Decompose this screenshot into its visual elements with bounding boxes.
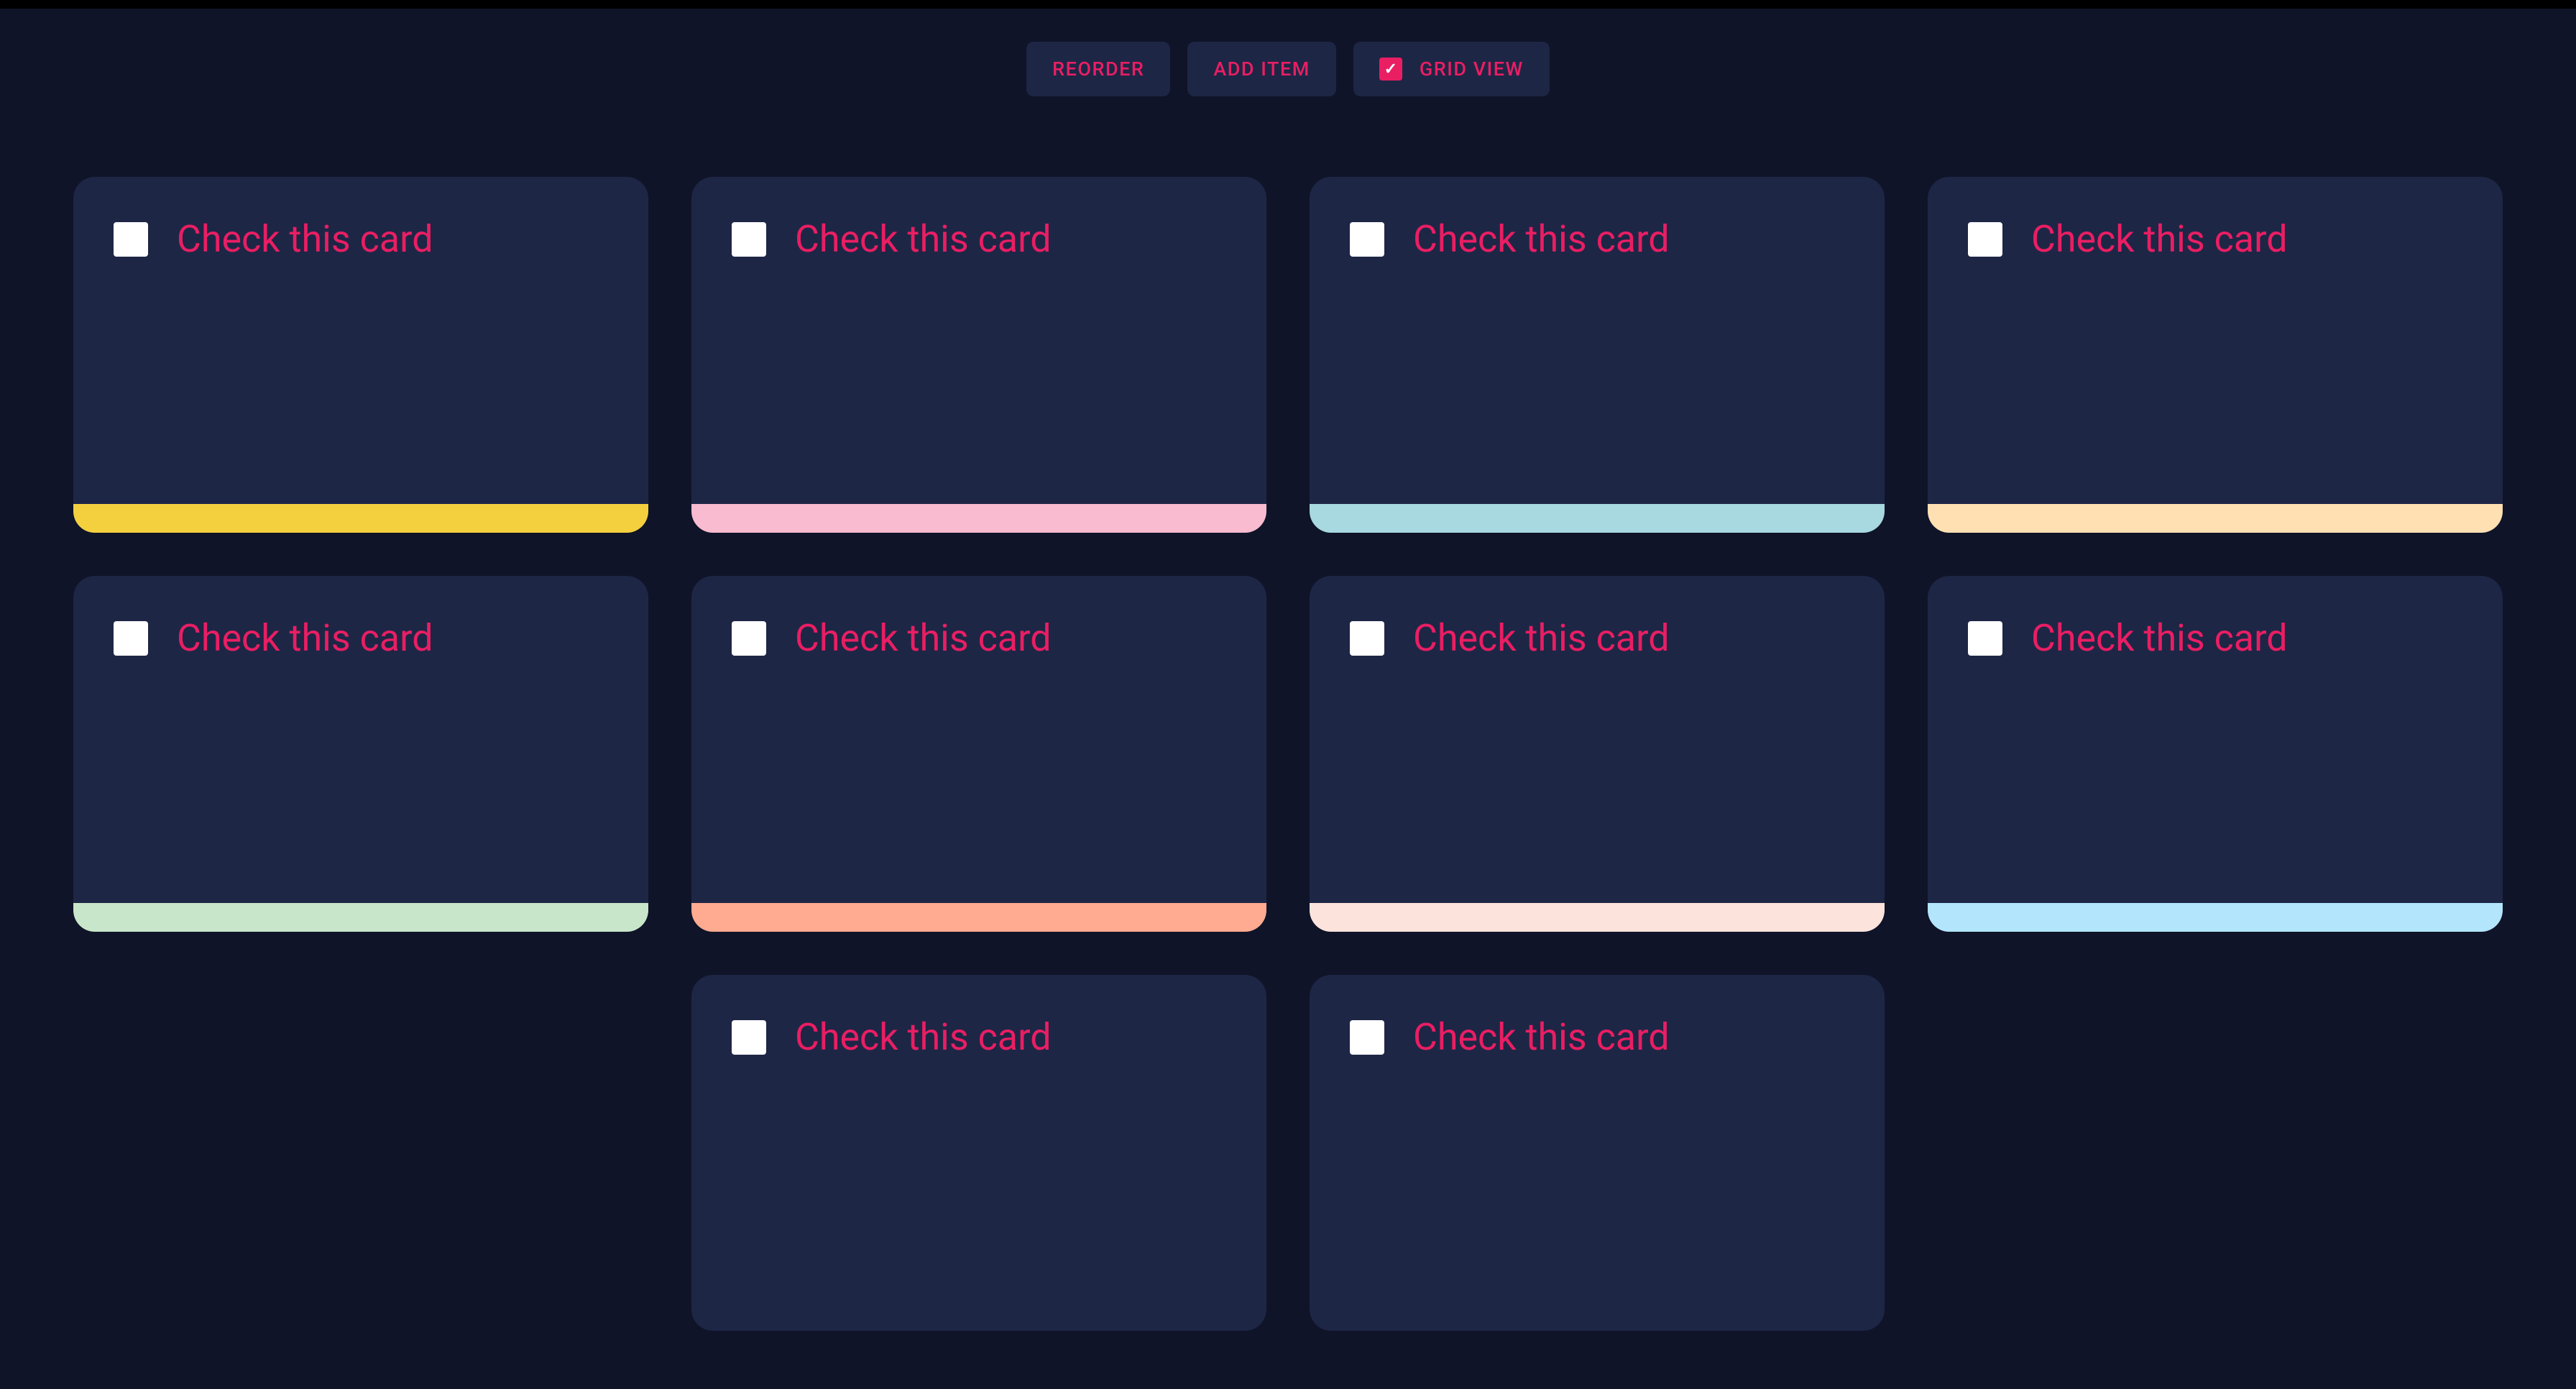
card-label: Check this card xyxy=(1413,217,1670,261)
card: Check this card xyxy=(691,975,1266,1331)
card: Check this card xyxy=(691,576,1266,932)
card-accent-footer xyxy=(1310,504,1885,533)
grid-view-label: GRID VIEW xyxy=(1420,58,1524,81)
card: Check this card xyxy=(1928,177,2503,533)
card-header: Check this card xyxy=(1310,576,1885,660)
toolbar: REORDER ADD ITEM ✓ GRID VIEW xyxy=(0,7,2576,119)
card-checkbox[interactable] xyxy=(1968,222,2002,257)
card: Check this card xyxy=(1310,177,1885,533)
card-grid: Check this card Check this card Check this… xyxy=(0,119,2576,1360)
card-label: Check this card xyxy=(2031,217,2288,261)
card-accent-footer xyxy=(691,1302,1266,1331)
card-accent-footer xyxy=(1928,903,2503,932)
card-header: Check this card xyxy=(1310,975,1885,1059)
card-label: Check this card xyxy=(2031,616,2288,660)
card-label: Check this card xyxy=(177,217,433,261)
card-checkbox[interactable] xyxy=(732,621,766,656)
card-label: Check this card xyxy=(1413,1015,1670,1059)
card-accent-footer xyxy=(1310,1302,1885,1331)
card-checkbox[interactable] xyxy=(114,222,148,257)
card: Check this card xyxy=(73,576,648,932)
card-accent-footer xyxy=(73,903,648,932)
card-label: Check this card xyxy=(795,217,1052,261)
card: Check this card xyxy=(1310,975,1885,1331)
card-label: Check this card xyxy=(795,616,1052,660)
card: Check this card xyxy=(691,177,1266,533)
grid-view-toggle[interactable]: ✓ GRID VIEW xyxy=(1353,42,1550,96)
card-checkbox[interactable] xyxy=(114,621,148,656)
card-checkbox[interactable] xyxy=(1350,1020,1384,1055)
card-accent-footer xyxy=(1928,504,2503,533)
card-header: Check this card xyxy=(1310,177,1885,261)
card-checkbox[interactable] xyxy=(732,222,766,257)
card: Check this card xyxy=(1310,576,1885,932)
card-header: Check this card xyxy=(73,576,648,660)
card-header: Check this card xyxy=(691,177,1266,261)
card-label: Check this card xyxy=(1413,616,1670,660)
card-label: Check this card xyxy=(177,616,433,660)
checkmark-icon: ✓ xyxy=(1384,60,1397,78)
card-checkbox[interactable] xyxy=(732,1020,766,1055)
card-header: Check this card xyxy=(691,975,1266,1059)
card-accent-footer xyxy=(1310,903,1885,932)
grid-view-checkbox[interactable]: ✓ xyxy=(1379,58,1402,81)
card: Check this card xyxy=(73,177,648,533)
card-header: Check this card xyxy=(73,177,648,261)
card-accent-footer xyxy=(691,903,1266,932)
card-header: Check this card xyxy=(1928,576,2503,660)
card-accent-footer xyxy=(73,504,648,533)
top-black-bar xyxy=(0,0,2576,9)
card-accent-footer xyxy=(691,504,1266,533)
card-header: Check this card xyxy=(1928,177,2503,261)
card-checkbox[interactable] xyxy=(1968,621,2002,656)
card-checkbox[interactable] xyxy=(1350,222,1384,257)
reorder-button[interactable]: REORDER xyxy=(1026,42,1170,96)
card-label: Check this card xyxy=(795,1015,1052,1059)
add-item-button[interactable]: ADD ITEM xyxy=(1187,42,1335,96)
card-checkbox[interactable] xyxy=(1350,621,1384,656)
card: Check this card xyxy=(1928,576,2503,932)
card-header: Check this card xyxy=(691,576,1266,660)
